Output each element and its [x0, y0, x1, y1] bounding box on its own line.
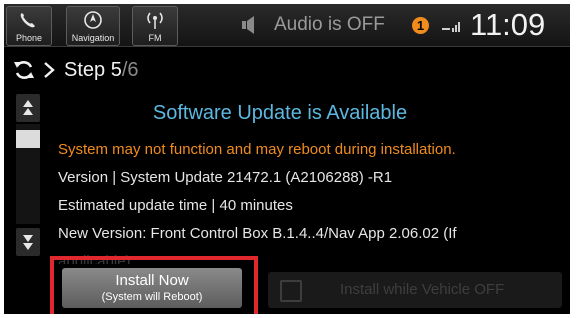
install-while-off-option[interactable]: Install while Vehicle OFF: [268, 272, 562, 308]
new-version-text: New Version: Front Control Box B.1.4..4/…: [58, 225, 457, 242]
infotainment-screen: Phone Navigation FM Audio is OFF 1 11:09…: [4, 4, 570, 314]
clock: 11:09: [470, 7, 546, 42]
step-total: /6: [121, 59, 139, 81]
version-text: Version | System Update 21472.1 (A210628…: [58, 169, 393, 186]
audio-status-text: Audio is OFF: [274, 14, 385, 35]
fm-button[interactable]: FM: [132, 6, 178, 46]
navigation-button[interactable]: Navigation: [66, 6, 120, 46]
signal-icon: [441, 19, 463, 38]
compass-icon: [67, 10, 119, 30]
refresh-icon[interactable]: [12, 58, 36, 86]
notification-badge: 1: [412, 17, 429, 34]
navigation-label: Navigation: [71, 33, 115, 43]
step-indicator: Step 5/6: [64, 56, 139, 84]
install-while-off-label: Install while Vehicle OFF: [340, 281, 505, 298]
chevron-right-icon: [42, 61, 56, 83]
fm-label: FM: [148, 33, 162, 43]
phone-icon: [7, 10, 51, 30]
arrow-down-icon: [23, 235, 33, 250]
update-info-panel: Software Update is Available System may …: [50, 92, 570, 264]
radio-icon: [133, 10, 177, 30]
warning-text: System may not function and may reboot d…: [58, 141, 456, 158]
speaker-muted-icon: [240, 15, 264, 45]
phone-button[interactable]: Phone: [6, 6, 52, 46]
estimated-time-text: Estimated update time | 40 minutes: [58, 197, 293, 214]
phone-label: Phone: [15, 33, 43, 43]
scroll-thumb[interactable]: [16, 130, 40, 148]
step-header: Step 5/6: [4, 50, 570, 90]
scroll-down-button[interactable]: [16, 228, 40, 256]
step-current: Step 5: [64, 59, 122, 81]
highlight-box: [50, 256, 258, 314]
install-while-off-checkbox[interactable]: [280, 280, 302, 302]
status-bar: Phone Navigation FM Audio is OFF 1 11:09: [4, 4, 570, 47]
arrow-up-icon: [23, 100, 33, 115]
update-title: Software Update is Available: [152, 102, 408, 124]
scroll-up-button[interactable]: [16, 94, 40, 122]
